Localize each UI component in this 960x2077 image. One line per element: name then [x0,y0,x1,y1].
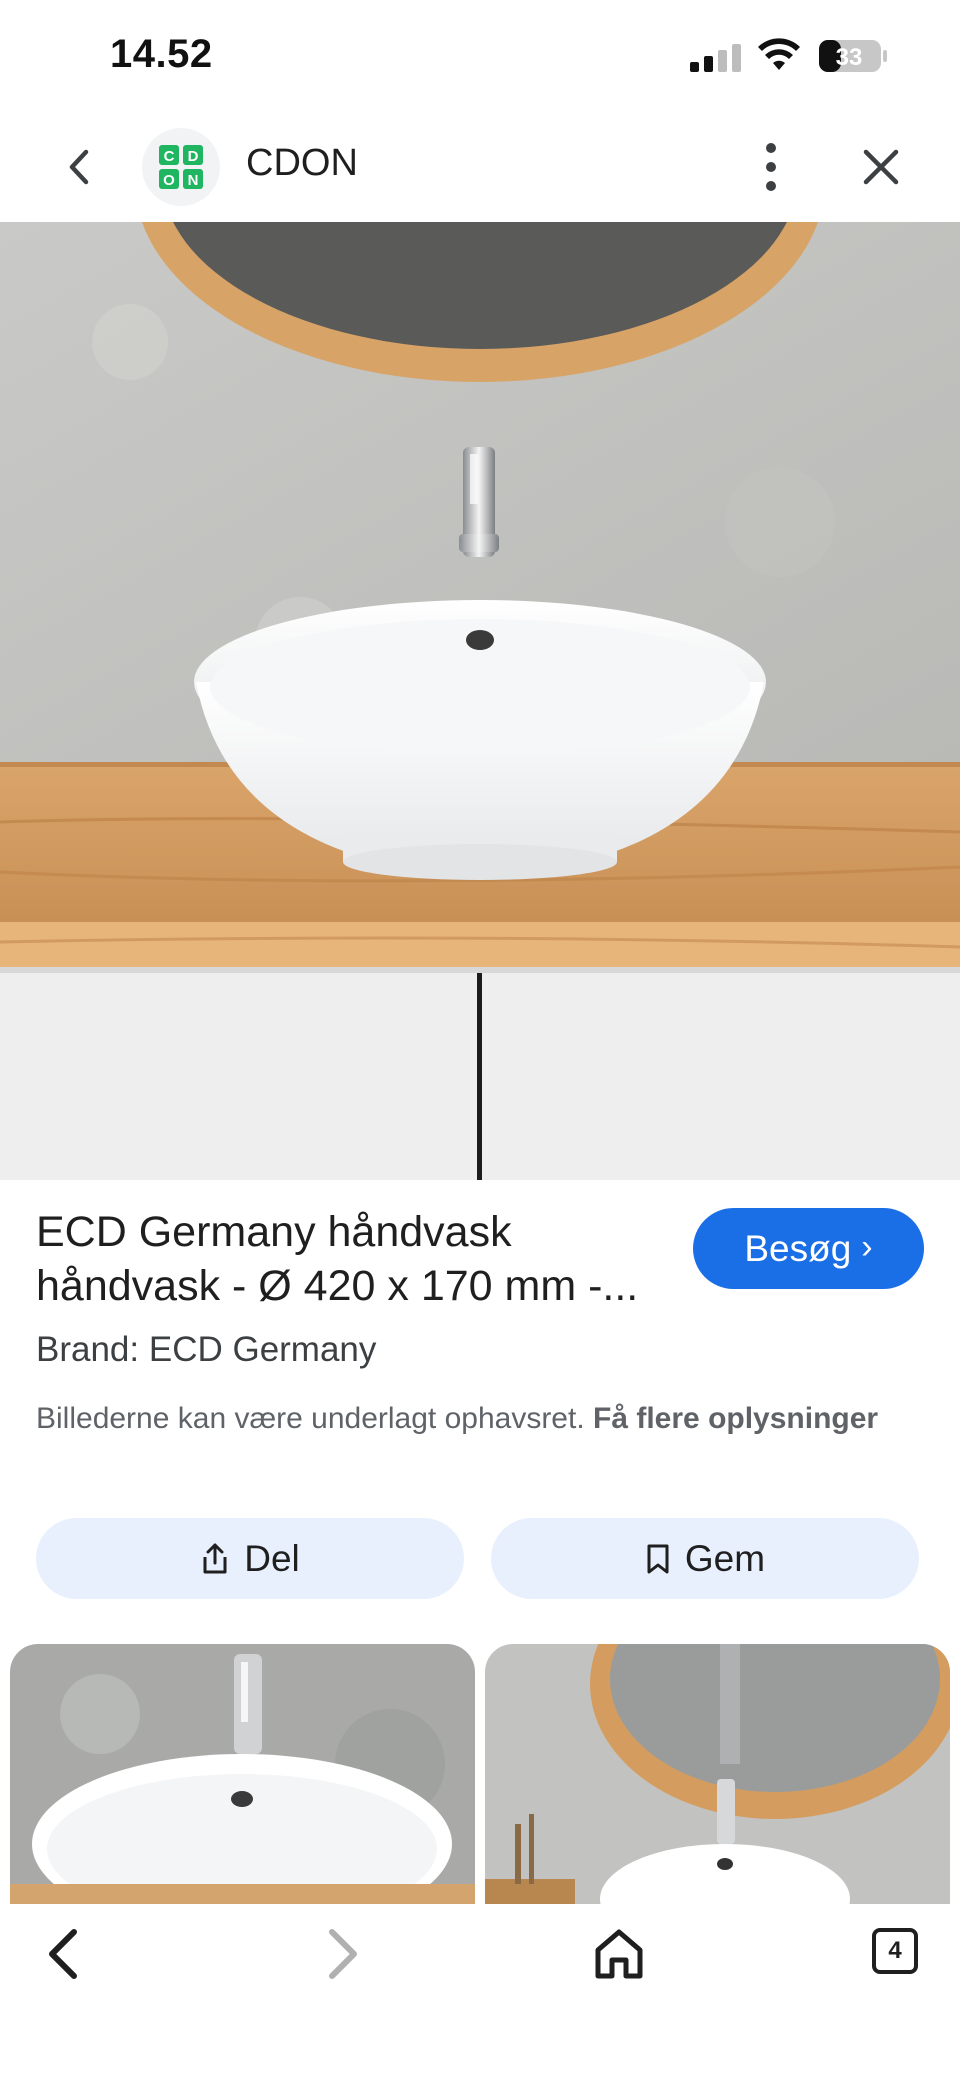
home-icon[interactable] [590,1924,648,1982]
more-vert-icon[interactable] [750,138,792,196]
site-name[interactable]: CDON [246,142,358,185]
share-icon [203,1543,227,1573]
close-icon[interactable] [856,142,906,192]
product-image[interactable] [0,222,960,1180]
tab-switcher-button[interactable]: 4 [872,1928,918,1974]
visit-button[interactable]: Besøg › [693,1208,924,1289]
app-header: C D O N CDON [0,112,960,222]
related-sink-image [485,1644,950,1904]
status-time: 14.52 [110,32,213,76]
svg-text:C: C [164,148,175,165]
copyright-text: Billederne kan være underlagt ophavsret. [36,1402,585,1435]
related-image-2[interactable] [485,1644,950,1904]
related-sink-image [10,1644,475,1904]
cdon-logo-icon: C D O N [159,145,203,189]
more-info-link[interactable]: Få flere oplysninger [593,1402,878,1435]
status-bar: 14.52 33 [0,0,960,112]
product-brand: Brand: ECD Germany [36,1330,377,1369]
site-logo: C D O N [142,128,220,206]
save-button[interactable]: Gem [491,1518,919,1599]
nav-forward-icon[interactable] [316,1924,366,1984]
battery-level: 33 [836,44,863,71]
battery-icon: 33 [819,40,887,72]
bookmark-icon [647,1544,669,1573]
save-label: Gem [684,1537,766,1579]
sink-illustration [0,222,960,1180]
svg-text:O: O [163,172,175,189]
svg-text:N: N [188,172,199,189]
nav-back-icon[interactable] [40,1924,90,1984]
share-button[interactable]: Del [36,1518,464,1599]
product-title[interactable]: ECD Germany håndvask håndvask - Ø 420 x … [36,1205,676,1313]
back-button[interactable] [56,142,106,192]
bottom-nav: 4 [0,1904,960,2077]
share-label: Del [244,1537,300,1579]
tab-count: 4 [888,1937,902,1964]
svg-text:D: D [188,148,199,165]
related-image-1[interactable] [10,1644,475,1904]
chevron-right-icon: › [861,1228,873,1266]
signal-icon [690,44,741,72]
copyright-notice: Billederne kan være underlagt ophavsret.… [36,1397,916,1441]
wifi-icon [758,38,800,70]
visit-label: Besøg [744,1227,852,1269]
